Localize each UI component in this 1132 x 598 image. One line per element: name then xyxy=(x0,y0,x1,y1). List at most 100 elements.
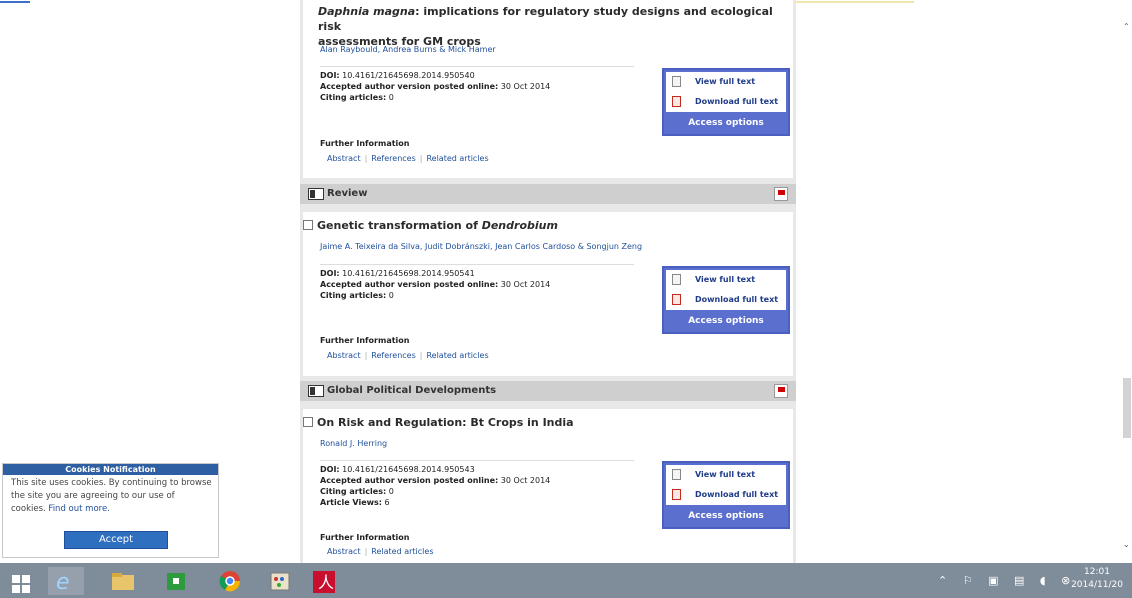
top-bar-right xyxy=(796,1,914,3)
clock-date: 2014/11/20 xyxy=(1071,580,1123,590)
flag-icon[interactable] xyxy=(774,187,788,201)
doi-label: DOI: xyxy=(320,269,340,278)
pdf-icon xyxy=(672,96,681,107)
abstract-link[interactable]: Abstract xyxy=(327,547,361,556)
further-links: Abstract | Related articles xyxy=(327,547,434,556)
download-full-text-link[interactable]: Download full text xyxy=(672,294,778,305)
further-information-heading: Further Information xyxy=(320,139,410,148)
cookie-notification: Cookies Notification This site uses cook… xyxy=(2,463,219,558)
section-title: Global Political Developments xyxy=(327,385,497,396)
acrobat-taskbar-icon[interactable]: 人 xyxy=(306,567,342,595)
store-taskbar-icon[interactable] xyxy=(158,567,194,595)
scrollbar-thumb[interactable] xyxy=(1123,378,1131,438)
references-link[interactable]: References xyxy=(371,154,415,163)
pdf-icon xyxy=(672,294,681,305)
article-meta: DOI: 10.4161/21645698.2014.950540 Accept… xyxy=(320,70,550,103)
document-icon xyxy=(672,469,681,480)
download-full-text-label: Download full text xyxy=(695,97,779,106)
accept-cookies-button[interactable]: Accept xyxy=(64,531,168,549)
folder-icon xyxy=(112,573,134,590)
download-full-text-link[interactable]: Download full text xyxy=(672,489,778,500)
article-title[interactable]: Genetic transformation of Dendrobium xyxy=(303,218,558,233)
further-links: Abstract | References | Related articles xyxy=(327,154,489,163)
access-options-button[interactable]: Access options xyxy=(666,114,786,132)
chrome-taskbar-icon[interactable] xyxy=(212,567,248,595)
document-icon xyxy=(672,274,681,285)
cookie-message: This site uses cookies. By continuing to… xyxy=(3,475,218,516)
view-full-text-label: View full text xyxy=(695,470,756,479)
related-articles-link[interactable]: Related articles xyxy=(426,154,488,163)
flag-icon[interactable] xyxy=(774,384,788,398)
article-title-italic: Dendrobium xyxy=(481,219,558,232)
abstract-link[interactable]: Abstract xyxy=(327,154,361,163)
article-title-italic: Daphnia magna xyxy=(318,5,416,18)
access-options-button[interactable]: Access options xyxy=(666,507,786,525)
citing-label: Citing articles: xyxy=(320,93,387,102)
article-title[interactable]: On Risk and Regulation: Bt Crops in Indi… xyxy=(303,415,574,430)
view-full-text-link[interactable]: View full text xyxy=(672,469,755,480)
browser-viewport: Daphnia magna: implications for regulato… xyxy=(0,0,1132,563)
article-authors[interactable]: Ronald J. Herring xyxy=(320,439,387,448)
article-checkbox[interactable] xyxy=(303,417,313,427)
doi-value: 10.4161/21645698.2014.950543 xyxy=(342,465,475,474)
section-header-global-political-developments: Global Political Developments xyxy=(300,381,796,401)
top-bar-left xyxy=(0,1,30,3)
taskbar: e 人 ⌃ ⚐ ▣ ▤ ◖ ⊗ 12:01 2014/11/20 xyxy=(0,563,1132,598)
article-title[interactable]: Daphnia magna: implications for regulato… xyxy=(318,4,793,49)
scroll-down-icon[interactable]: ⌄ xyxy=(1123,540,1130,549)
view-full-text-link[interactable]: View full text xyxy=(672,274,755,285)
article-title-text: On Risk and Regulation: Bt Crops in Indi… xyxy=(317,416,574,429)
view-full-text-link[interactable]: View full text xyxy=(672,76,755,87)
citing-value: 0 xyxy=(388,93,394,102)
start-button[interactable] xyxy=(4,567,40,595)
related-articles-link[interactable]: Related articles xyxy=(371,547,433,556)
further-links: Abstract | References | Related articles xyxy=(327,351,489,360)
system-tray[interactable]: ⌃ ⚐ ▣ ▤ ◖ ⊗ xyxy=(938,574,1076,587)
related-articles-link[interactable]: Related articles xyxy=(426,351,488,360)
access-options-button[interactable]: Access options xyxy=(666,312,786,330)
views-label: Article Views: xyxy=(320,498,382,507)
references-link[interactable]: References xyxy=(371,351,415,360)
section-icon xyxy=(308,188,324,200)
divider xyxy=(320,460,634,461)
windows-logo-icon xyxy=(12,575,30,593)
abstract-link[interactable]: Abstract xyxy=(327,351,361,360)
access-links: View full text Download full text xyxy=(666,72,786,112)
paint-taskbar-icon[interactable] xyxy=(262,567,298,595)
access-links: View full text Download full text xyxy=(666,465,786,505)
accepted-label: Accepted author version posted online: xyxy=(320,82,499,91)
accepted-value: 30 Oct 2014 xyxy=(500,476,551,485)
download-full-text-link[interactable]: Download full text xyxy=(672,96,778,107)
find-out-more-link[interactable]: Find out more. xyxy=(48,504,109,514)
internet-explorer-icon: e xyxy=(56,570,70,595)
paint-icon xyxy=(270,572,290,591)
file-explorer-taskbar-icon[interactable] xyxy=(104,567,140,595)
access-box: View full text Download full text Access… xyxy=(662,266,790,334)
article-list: Daphnia magna: implications for regulato… xyxy=(300,0,796,563)
view-full-text-label: View full text xyxy=(695,77,756,86)
article-checkbox[interactable] xyxy=(303,220,313,230)
article-meta: DOI: 10.4161/21645698.2014.950541 Accept… xyxy=(320,268,550,301)
article-card: Daphnia magna: implications for regulato… xyxy=(303,0,793,178)
views-value: 6 xyxy=(384,498,390,507)
page-scrollbar[interactable]: ⌃ ⌄ xyxy=(1121,0,1132,563)
accepted-label: Accepted author version posted online: xyxy=(320,280,499,289)
citing-value: 0 xyxy=(388,291,394,300)
accepted-value: 30 Oct 2014 xyxy=(500,82,551,91)
pdf-icon xyxy=(672,489,681,500)
scroll-up-icon[interactable]: ⌃ xyxy=(1123,22,1130,31)
accepted-label: Accepted author version posted online: xyxy=(320,476,499,485)
doi-label: DOI: xyxy=(320,465,340,474)
article-authors[interactable]: Alan Raybould, Andrea Burns & Mick Hamer xyxy=(320,45,496,54)
view-full-text-label: View full text xyxy=(695,275,756,284)
cookie-text: This site uses cookies. By continuing to… xyxy=(11,478,212,514)
svg-text:e: e xyxy=(56,570,70,595)
taskbar-clock[interactable]: 12:01 2014/11/20 xyxy=(1068,566,1126,592)
acrobat-reader-icon: 人 xyxy=(313,571,335,593)
internet-explorer-taskbar-icon[interactable]: e xyxy=(48,567,84,595)
article-meta: DOI: 10.4161/21645698.2014.950543 Accept… xyxy=(320,464,550,508)
download-full-text-label: Download full text xyxy=(695,295,779,304)
further-information-heading: Further Information xyxy=(320,533,410,542)
access-box: View full text Download full text Access… xyxy=(662,68,790,136)
article-authors[interactable]: Jaime A. Teixeira da Silva, Judit Dobrán… xyxy=(320,242,642,251)
